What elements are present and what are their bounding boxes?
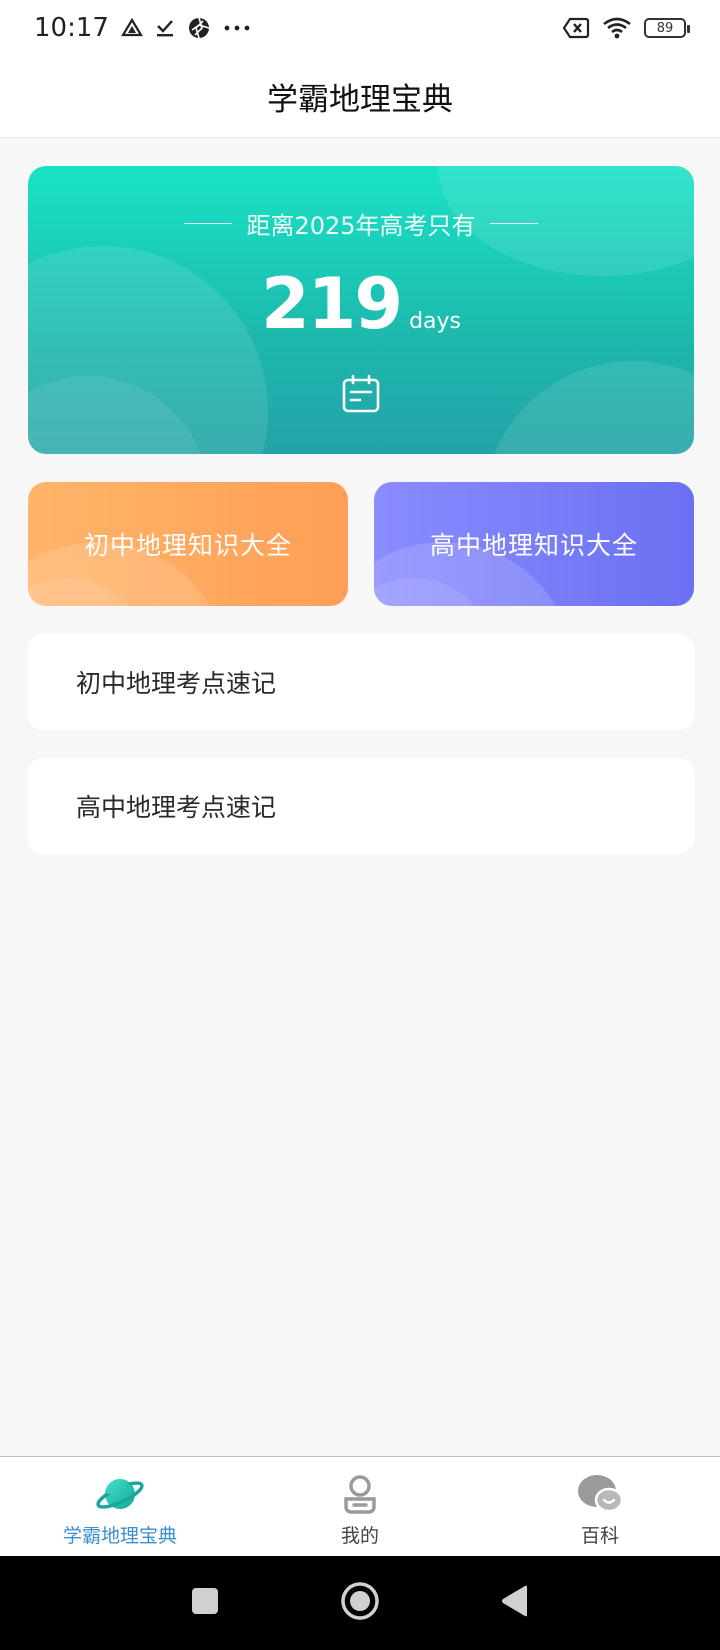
no-sim-icon: [562, 17, 590, 39]
recents-button[interactable]: [190, 1586, 220, 1620]
countdown-days: 219: [260, 263, 403, 345]
download-done-icon: [155, 18, 175, 38]
bottom-tab-bar: 学霸地理宝典 我的 百科: [0, 1456, 720, 1556]
list-item-label: 高中地理考点速记: [76, 793, 277, 822]
countdown-unit: days: [409, 309, 462, 334]
status-bar-left: 10:17: [34, 13, 251, 43]
page-title: 学霸地理宝典: [267, 82, 453, 118]
decor-circle: [483, 361, 694, 454]
senior-geography-knowledge-button[interactable]: 高中地理知识大全: [374, 482, 694, 606]
tab-label: 学霸地理宝典: [62, 1525, 177, 1547]
senior-key-points-item[interactable]: 高中地理考点速记: [28, 758, 694, 854]
junior-key-points-item[interactable]: 初中地理考点速记: [28, 634, 694, 730]
drive-icon: [120, 18, 143, 38]
list-item-label: 初中地理考点速记: [76, 669, 277, 698]
tab-label: 我的: [340, 1525, 379, 1547]
status-bar-right: 89: [562, 17, 690, 39]
system-nav-bar: [0, 1556, 720, 1650]
more-dots-icon: [223, 24, 251, 32]
home-button[interactable]: [340, 1581, 380, 1625]
tab-mine[interactable]: 我的: [240, 1457, 480, 1556]
chat-bubbles-icon: [575, 1471, 625, 1517]
planet-icon: [95, 1471, 145, 1517]
person-icon: [335, 1471, 385, 1517]
junior-geography-knowledge-button[interactable]: 初中地理知识大全: [28, 482, 348, 606]
category-label: 高中地理知识大全: [429, 531, 638, 560]
tab-label: 百科: [580, 1525, 619, 1547]
calendar-icon[interactable]: [341, 374, 381, 414]
divider: [184, 222, 233, 225]
countdown-value-row: 219 days: [28, 264, 694, 344]
back-button[interactable]: [500, 1584, 530, 1622]
countdown-heading-row: 距离2025年高考只有: [28, 206, 694, 241]
status-bar: 10:17 89: [0, 0, 720, 56]
tab-encyclopedia[interactable]: 百科: [480, 1457, 720, 1556]
status-time: 10:17: [34, 13, 109, 43]
aperture-icon: [187, 16, 211, 40]
exam-countdown-card[interactable]: 距离2025年高考只有 219 days: [28, 166, 694, 454]
tab-home[interactable]: 学霸地理宝典: [0, 1457, 240, 1556]
battery-level: 89: [656, 20, 674, 36]
divider: [489, 222, 538, 225]
category-label: 初中地理知识大全: [83, 531, 292, 560]
wifi-icon: [602, 17, 632, 39]
countdown-heading: 距离2025年高考只有: [246, 212, 476, 240]
app-header: 学霸地理宝典: [0, 56, 720, 138]
battery-icon: 89: [644, 18, 690, 38]
